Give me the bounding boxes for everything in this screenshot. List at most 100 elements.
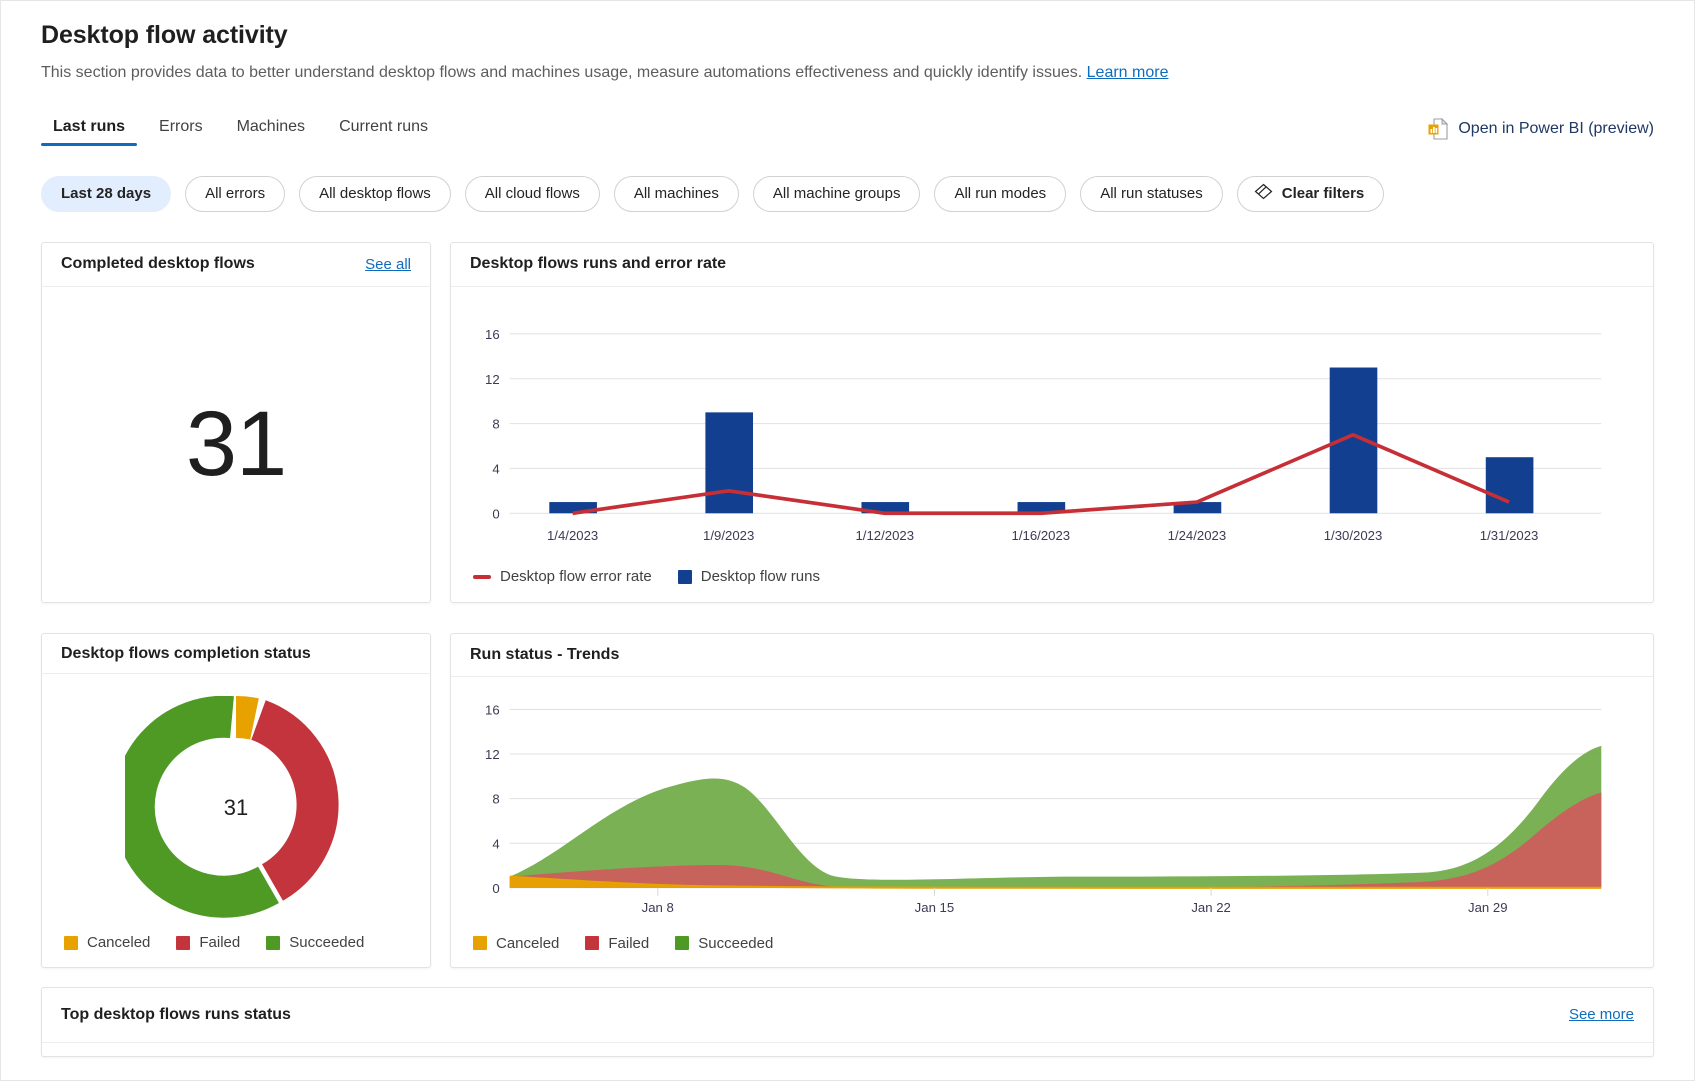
xtick-6: 1/31/2023	[1480, 527, 1539, 542]
ytick-16: 16	[485, 327, 500, 342]
tab-errors[interactable]: Errors	[147, 114, 215, 146]
card-header: Top desktop flows runs status See more	[42, 988, 1653, 1043]
ytick-8: 8	[492, 791, 499, 806]
completion-status-donut-chart: 31	[125, 696, 339, 919]
legend-label-canceled: Canceled	[496, 934, 560, 952]
card-title: Desktop flows completion status	[61, 644, 311, 662]
legend-swatch-error-rate	[473, 574, 491, 579]
card-completed-desktop-flows: Completed desktop flows See all 31	[41, 241, 431, 603]
clear-filters-button[interactable]: Clear filters	[1236, 175, 1385, 212]
xtick-0: 1/4/2023	[547, 527, 598, 542]
card-body: 16 12 8 4 0	[451, 677, 1653, 920]
legend-swatch-canceled	[64, 935, 78, 950]
xtick-0: Jan 8	[642, 900, 674, 915]
legend-item-canceled[interactable]: Canceled	[473, 935, 559, 952]
legend-swatch-canceled	[473, 936, 487, 951]
card-body: 16 12 8 4 0	[451, 287, 1653, 552]
legend-item-error-rate[interactable]: Desktop flow error rate	[473, 568, 652, 585]
legend-item-succeeded[interactable]: Succeeded	[675, 935, 773, 952]
card-header: Desktop flows completion status	[42, 634, 430, 675]
card-body: 31	[42, 287, 430, 602]
donut-slice-canceled[interactable]	[235, 696, 259, 740]
legend-swatch-succeeded	[675, 936, 690, 951]
see-all-link[interactable]: See all	[365, 256, 411, 273]
tab-list: Last runs Errors Machines Current runs	[41, 114, 440, 146]
ytick-4: 4	[492, 461, 499, 476]
open-in-power-bi-button[interactable]: Open in Power BI (preview)	[1428, 117, 1654, 146]
donut-center-value: 31	[224, 795, 248, 820]
legend-run-status-trends: Canceled Failed Succeeded	[451, 920, 1653, 967]
tabs-row: Last runs Errors Machines Current runs O…	[41, 110, 1654, 146]
filter-all-machine-groups[interactable]: All machine groups	[752, 175, 921, 212]
legend-swatch-succeeded	[266, 935, 281, 950]
donut-slice-failed[interactable]	[250, 700, 339, 902]
card-header: Desktop flows runs and error rate	[451, 243, 1653, 287]
legend-item-canceled[interactable]: Canceled	[64, 934, 150, 951]
ytick-0: 0	[492, 880, 499, 895]
legend-label-failed: Failed	[199, 934, 241, 951]
xtick-2: 1/12/2023	[855, 527, 914, 542]
power-bi-report-icon	[1428, 117, 1449, 140]
legend-label-canceled: Canceled	[87, 934, 151, 951]
completed-flows-value: 31	[185, 392, 287, 495]
ytick-12: 12	[485, 371, 500, 386]
card-title: Run status - Trends	[470, 645, 620, 663]
ytick-0: 0	[492, 506, 499, 521]
ytick-12: 12	[485, 747, 500, 762]
dashboard-row-1: Completed desktop flows See all 31 Deskt…	[41, 241, 1654, 603]
learn-more-link[interactable]: Learn more	[1087, 64, 1169, 81]
legend-completion-status: Canceled Failed Succeeded	[42, 918, 430, 966]
filter-pills: Last 28 days All errors All desktop flow…	[41, 175, 1654, 212]
card-title: Completed desktop flows	[61, 255, 255, 273]
legend-item-succeeded[interactable]: Succeeded	[266, 934, 364, 951]
card-header: Completed desktop flows See all	[42, 243, 430, 287]
card-runs-and-error-rate: Desktop flows runs and error rate 16 12 …	[450, 241, 1654, 603]
donut-slice-succeeded[interactable]	[125, 696, 279, 919]
legend-item-failed[interactable]: Failed	[176, 934, 240, 951]
xtick-2: Jan 22	[1191, 900, 1231, 915]
filter-all-run-statuses[interactable]: All run statuses	[1080, 175, 1223, 212]
run-status-trends-chart: 16 12 8 4 0 Jan 8 Jan 15 Jan 22 Jan 29	[485, 702, 1602, 915]
tab-current-runs[interactable]: Current runs	[327, 114, 440, 146]
card-title: Desktop flows runs and error rate	[470, 255, 727, 273]
runs-error-rate-chart: 16 12 8 4 0 1/4/2023 1/9/2023 1/12/2023 …	[485, 327, 1602, 542]
dashboard-row-3: Top desktop flows runs status See more	[41, 986, 1654, 1057]
see-more-link[interactable]: See more	[1569, 1006, 1634, 1023]
eraser-icon	[1254, 183, 1273, 204]
xtick-3: Jan 29	[1468, 900, 1508, 915]
card-completion-status: Desktop flows completion status 31 Cance…	[41, 632, 431, 968]
legend-runs-error-rate: Desktop flow error rate Desktop flow run…	[451, 552, 1653, 602]
tab-machines[interactable]: Machines	[225, 114, 317, 146]
card-title: Top desktop flows runs status	[61, 1005, 291, 1023]
xtick-3: 1/16/2023	[1012, 527, 1071, 542]
page-title: Desktop flow activity	[41, 21, 288, 49]
legend-swatch-failed	[176, 935, 191, 950]
legend-swatch-failed	[585, 936, 600, 951]
ytick-8: 8	[492, 416, 499, 431]
filter-all-cloud-flows[interactable]: All cloud flows	[464, 175, 600, 212]
open-in-power-bi-label: Open in Power BI (preview)	[1458, 119, 1654, 137]
legend-label-flow-runs: Desktop flow runs	[700, 568, 820, 586]
tab-last-runs[interactable]: Last runs	[41, 114, 138, 146]
dashboard-row-2: Desktop flows completion status 31 Cance…	[41, 632, 1654, 968]
card-run-status-trends: Run status - Trends 16 12 8 4 0 Jan 8 Ja…	[450, 632, 1654, 968]
legend-label-failed: Failed	[608, 934, 650, 952]
legend-label-succeeded: Succeeded	[698, 934, 774, 952]
card-top-desktop-flows-runs-status: Top desktop flows runs status See more	[41, 986, 1654, 1057]
card-body: 31	[42, 674, 430, 919]
page-description: This section provides data to better und…	[41, 62, 1654, 84]
filter-all-machines[interactable]: All machines	[613, 175, 739, 212]
card-header: Run status - Trends	[451, 634, 1653, 677]
filter-all-run-modes[interactable]: All run modes	[934, 175, 1067, 212]
filter-all-errors[interactable]: All errors	[185, 175, 286, 212]
clear-filters-label: Clear filters	[1281, 185, 1365, 203]
legend-label-succeeded: Succeeded	[289, 934, 365, 951]
bar-series-desktop-flow-runs	[549, 367, 1534, 513]
xtick-4: 1/24/2023	[1168, 527, 1227, 542]
ytick-16: 16	[485, 702, 500, 717]
filter-all-desktop-flows[interactable]: All desktop flows	[299, 175, 451, 212]
filter-last-28-days[interactable]: Last 28 days	[41, 175, 172, 212]
legend-item-flow-runs[interactable]: Desktop flow runs	[677, 568, 820, 586]
legend-label-error-rate: Desktop flow error rate	[500, 568, 652, 586]
legend-item-failed[interactable]: Failed	[585, 935, 649, 952]
